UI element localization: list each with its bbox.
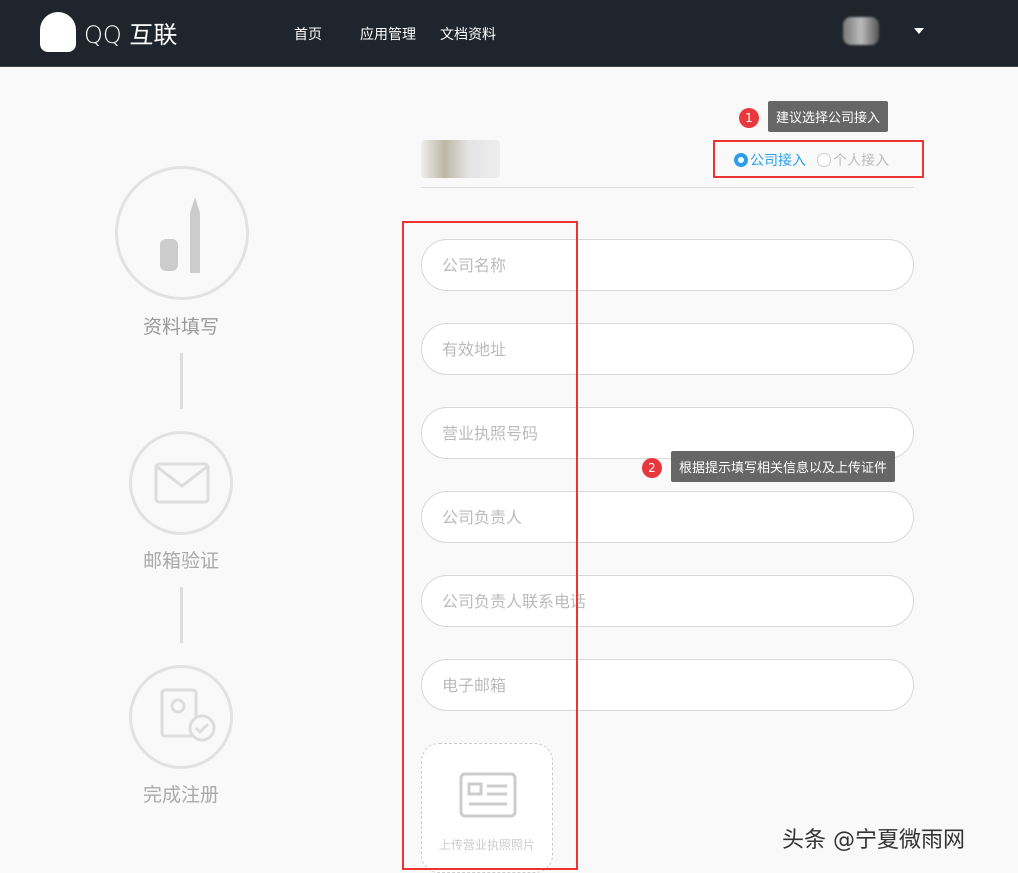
step-label: 完成注册: [101, 780, 261, 807]
radio-label: 公司接入: [750, 150, 806, 170]
divider: [421, 187, 914, 188]
nav-app-management[interactable]: 应用管理: [360, 24, 416, 44]
top-nav: QQ 互联 首页 应用管理 文档资料: [0, 0, 1018, 67]
radio-personal[interactable]: 个人接入: [817, 150, 889, 170]
step-email-icon: [129, 431, 233, 535]
chevron-down-icon[interactable]: [914, 28, 924, 34]
nav-docs[interactable]: 文档资料: [440, 24, 496, 44]
nav-home[interactable]: 首页: [294, 24, 322, 44]
annotation-box: [402, 221, 578, 870]
watermark: 头条 @宁夏微雨网: [782, 822, 965, 854]
step-connector: [180, 353, 183, 409]
blurred-app-icon: [421, 140, 500, 178]
radio-company[interactable]: 公司接入: [734, 150, 806, 170]
penguin-icon: [40, 12, 76, 52]
annotation-badge: 1: [739, 108, 759, 128]
step-connector: [180, 587, 183, 643]
annotation-tip: 根据提示填写相关信息以及上传证件: [671, 451, 895, 482]
access-type-radio-group: 公司接入 个人接入: [734, 150, 895, 171]
step-fill-info-icon: [115, 166, 249, 300]
avatar[interactable]: [843, 17, 879, 45]
step-label: 资料填写: [101, 312, 261, 339]
step-label: 邮箱验证: [101, 546, 261, 573]
annotation-badge: 2: [642, 458, 662, 478]
radio-label: 个人接入: [833, 150, 889, 170]
brand-logo[interactable]: QQ 互联: [40, 12, 177, 52]
annotation-tip: 建议选择公司接入: [768, 101, 888, 132]
brand-text: QQ 互联: [84, 15, 177, 50]
step-complete-icon: [129, 665, 233, 769]
